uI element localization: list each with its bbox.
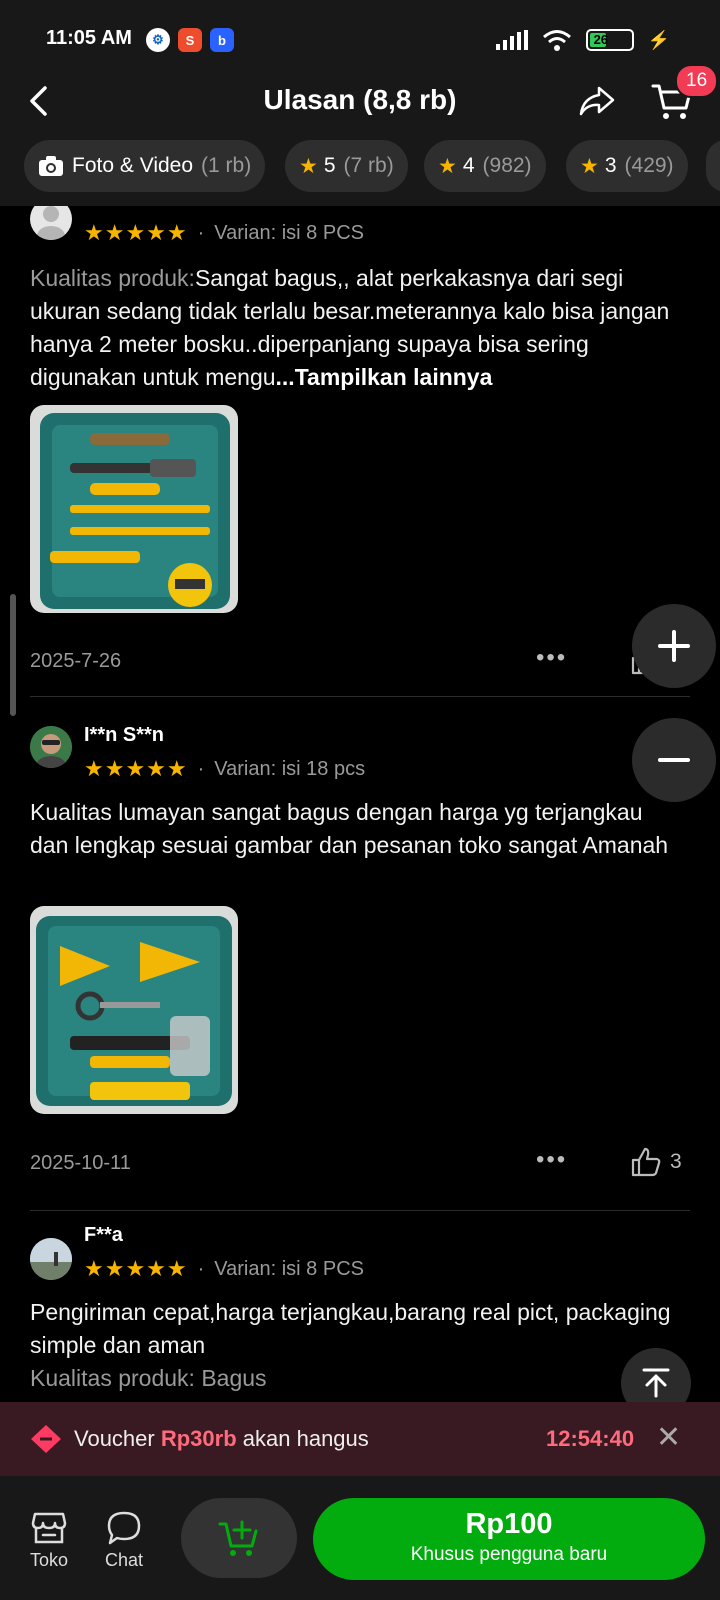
separator: · [197,221,205,244]
camera-icon [39,156,63,176]
share-icon [579,86,615,116]
zoom-in-button[interactable] [632,604,716,688]
filter-chip-5-star[interactable]: ★ 5 (7 rb) [285,140,408,192]
review-photo[interactable] [30,906,238,1114]
close-icon[interactable]: ✕ [656,1420,681,1455]
rating-row: ★★★★★ · Varian: isi 18 pcs [84,756,365,782]
filter-chip-4-star[interactable]: ★ 4 (982) [424,140,546,192]
buy-subtitle: Khusus pengguna baru [410,1544,608,1565]
more-options-button[interactable]: ••• [536,644,567,672]
header: Ulasan (8,8 rb) [0,62,720,140]
share-button[interactable] [574,78,620,124]
chat-label: Chat [104,1550,144,1570]
filter-count: (7 rb) [343,154,394,177]
show-more-link[interactable]: ...Tampilkan lainnya [276,364,493,390]
filter-count: (429) [624,154,674,177]
review-divider [30,1210,690,1211]
app-notification-icon: ⚙ [146,28,170,52]
scrollbar[interactable] [10,594,16,716]
separator: · [197,757,205,780]
review-text-label: Kualitas produk: [30,265,195,291]
buy-button[interactable]: Rp100 Khusus pengguna baru [313,1498,705,1580]
voucher-suffix: akan hangus [242,1426,369,1451]
rating-row: ★★★★★ · Varian: isi 8 PCS [84,220,364,246]
avatar [30,726,72,768]
filter-label: Foto & Video [72,154,194,177]
cart-count-badge: 16 [675,64,719,98]
review-text: Kualitas produk:Sangat bagus,, alat perk… [30,262,680,394]
filter-label: 4 [462,154,475,177]
variant-label: Varian: isi 18 pcs [214,757,366,780]
rating-row: ★★★★★ · Varian: isi 8 PCS [84,1256,364,1282]
like-count: 3 [670,1150,682,1173]
rating-stars: ★★★★★ [84,220,188,245]
voucher-countdown: 12:54:40 [546,1426,635,1451]
chat-button[interactable]: Chat [94,1508,154,1571]
status-time: 11:05 AM [46,27,132,49]
filter-label: 5 [323,154,336,177]
variant-label: Varian: isi 8 PCS [214,1257,364,1280]
battery-level: 26 [593,32,609,47]
filter-chip-more[interactable] [706,140,720,192]
rating-stars: ★★★★★ [84,756,188,781]
status-bar: 11:05 AM ⚙ S b 26 ⚡ [0,0,720,62]
shop-label: Toko [29,1550,69,1570]
voucher-icon [31,1425,61,1453]
filter-chip-photo-video[interactable]: Foto & Video (1 rb) [24,140,266,192]
charging-icon: ⚡ [647,29,670,50]
voucher-prefix: Voucher [74,1426,155,1451]
review-text-quality: Kualitas produk: Bagus [30,1365,267,1391]
rating-stars: ★★★★★ [84,1256,188,1281]
reviewer-name: I**n S**n [84,724,165,746]
plus-icon [658,630,690,662]
voucher-text: Voucher Rp30rb akan hangus [74,1426,369,1452]
add-cart-icon [218,1520,258,1556]
more-options-button[interactable]: ••• [536,1146,567,1174]
signal-icon [495,30,528,50]
variant-label: Varian: isi 8 PCS [214,221,364,244]
filter-count: (982) [482,154,532,177]
system-indicators: 26 ⚡ [495,29,670,51]
filter-chip-3-star[interactable]: ★ 3 (429) [566,140,688,192]
shop-button[interactable]: Toko [19,1508,79,1571]
review-text: Kualitas lumayan sangat bagus dengan har… [30,799,669,858]
zoom-out-button[interactable] [632,718,716,802]
reviewer-name: F**a [84,1224,123,1246]
chat-icon [107,1511,141,1545]
like-button[interactable]: 3 [630,1146,682,1178]
star-icon: ★ [580,154,599,178]
review-date: 2025-7-26 [30,650,122,672]
filter-bar: Foto & Video (1 rb) ★ 5 (7 rb) ★ 4 (982)… [0,140,720,206]
thumbs-up-icon [631,1147,661,1177]
wifi-icon [542,30,571,51]
app-notification-icon: b [210,28,234,52]
avatar [30,1238,72,1280]
avatar [30,206,72,240]
store-icon [31,1512,67,1544]
filter-label: 3 [604,154,617,177]
separator: · [197,1257,205,1280]
add-to-cart-button[interactable] [181,1498,297,1578]
review-divider [30,696,690,697]
star-icon: ★ [438,154,457,178]
voucher-amount: Rp30rb [160,1426,237,1451]
shopee-notification-icon: S [178,28,202,52]
review-date: 2025-10-11 [30,1152,131,1174]
buy-price: Rp100 [465,1508,553,1540]
review-text: Pengiriman cepat,harga terjangkau,barang… [30,1299,671,1358]
review-list[interactable]: ★★★★★ · Varian: isi 8 PCS Kualitas produ… [0,206,720,1402]
minus-icon [658,758,690,762]
battery-icon: 26 [585,29,634,51]
star-icon: ★ [299,154,318,178]
filter-count: (1 rb) [201,154,252,177]
review-photo[interactable] [30,405,238,613]
bottom-action-bar: Toko Chat Rp100 Khusus pengguna baru [0,1476,720,1600]
arrow-up-icon [642,1368,670,1398]
voucher-banner[interactable]: Voucher Rp30rb akan hangus 12:54:40 ✕ [0,1402,720,1476]
